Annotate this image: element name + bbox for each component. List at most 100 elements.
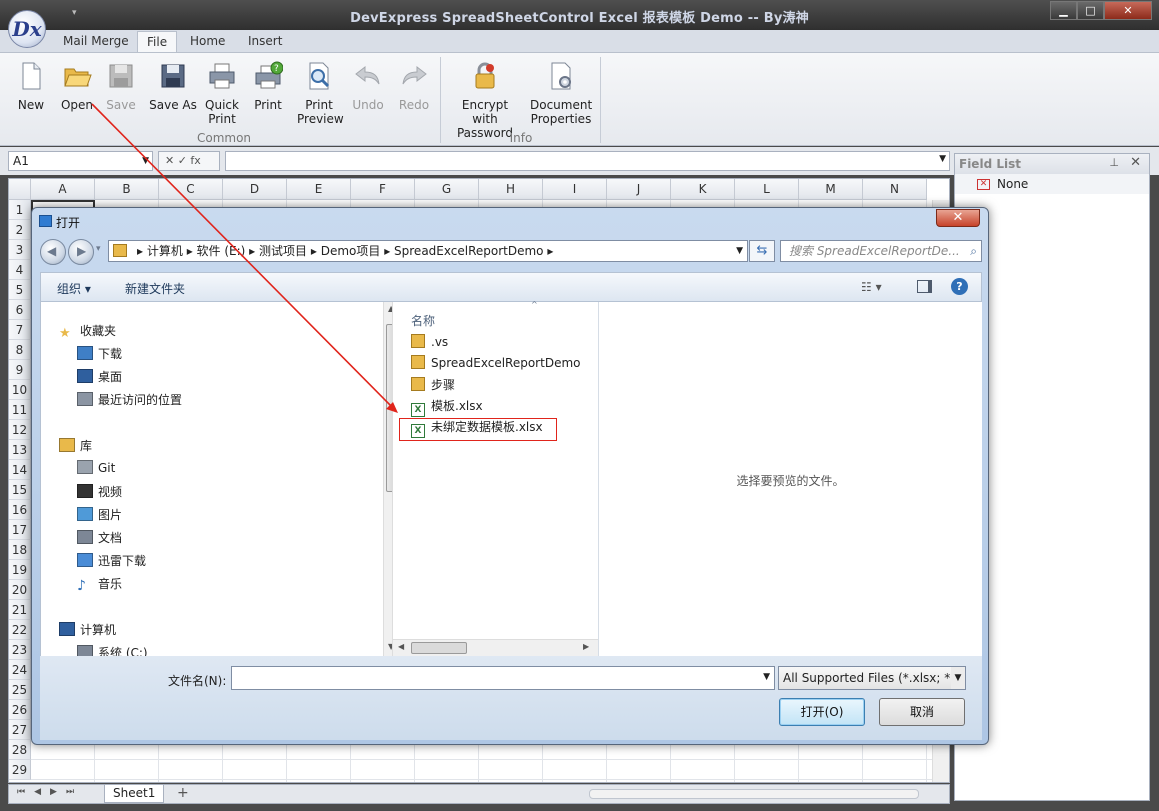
nav-item[interactable]: 桌面 bbox=[77, 368, 122, 385]
file-type-filter[interactable]: All Supported Files (*.xlsx; *.◦ ▼ bbox=[778, 666, 966, 690]
row-header[interactable]: 12 bbox=[9, 420, 31, 440]
sheet-tab[interactable]: Sheet1 bbox=[104, 785, 165, 803]
redo-button[interactable]: Redo bbox=[394, 61, 434, 112]
file-scroll-thumb[interactable] bbox=[411, 642, 467, 654]
quick-access-dropdown-icon[interactable]: ▾ bbox=[72, 8, 77, 18]
preview-pane-icon[interactable] bbox=[917, 280, 932, 293]
column-header[interactable]: M bbox=[799, 179, 863, 200]
row-header[interactable]: 25 bbox=[9, 680, 31, 700]
tab-home[interactable]: Home bbox=[190, 34, 225, 48]
row-header[interactable]: 10 bbox=[9, 380, 31, 400]
select-all-corner[interactable] bbox=[9, 179, 31, 200]
address-dropdown-icon[interactable]: ▼ bbox=[736, 241, 743, 261]
row-header[interactable]: 17 bbox=[9, 520, 31, 540]
row-header[interactable]: 19 bbox=[9, 560, 31, 580]
tab-file[interactable]: File bbox=[137, 31, 178, 53]
row-header[interactable]: 20 bbox=[9, 580, 31, 600]
document-properties-button[interactable]: Document Properties bbox=[528, 61, 594, 126]
row-header[interactable]: 1 bbox=[9, 200, 31, 220]
nav-item[interactable]: 下载 bbox=[77, 345, 122, 362]
row-header[interactable]: 14 bbox=[9, 460, 31, 480]
print-button[interactable]: ? Print bbox=[248, 61, 288, 112]
filename-input[interactable]: ▼ bbox=[231, 666, 775, 690]
new-button[interactable]: New bbox=[10, 61, 52, 112]
row-header[interactable]: 2 bbox=[9, 220, 31, 240]
row-header[interactable]: 27 bbox=[9, 720, 31, 740]
column-header[interactable]: K bbox=[671, 179, 735, 200]
recent-locations-icon[interactable]: ▾ bbox=[96, 244, 101, 254]
refresh-button[interactable]: ⇆ bbox=[749, 240, 775, 262]
new-folder-button[interactable]: 新建文件夹 bbox=[125, 280, 185, 297]
nav-item[interactable]: 迅雷下载 bbox=[77, 552, 146, 569]
help-icon[interactable]: ? bbox=[951, 278, 968, 295]
breadcrumb-drive[interactable]: 软件 (E:) bbox=[197, 244, 246, 258]
column-header-name[interactable]: 名称 bbox=[411, 312, 435, 329]
organize-menu[interactable]: 组织 ▾ bbox=[57, 280, 91, 297]
app-logo[interactable]: Dx bbox=[8, 10, 46, 48]
nav-item[interactable]: ♪ 音乐 bbox=[77, 575, 122, 594]
horizontal-scrollbar[interactable] bbox=[589, 789, 919, 799]
column-header[interactable]: E bbox=[287, 179, 351, 200]
sheet-navigation-arrows-icon[interactable]: ⏮◀▶⏭ bbox=[17, 787, 83, 797]
close-icon[interactable]: ✕ bbox=[1130, 155, 1141, 170]
row-header[interactable]: 9 bbox=[9, 360, 31, 380]
breadcrumb-computer[interactable]: 计算机 bbox=[147, 244, 183, 258]
file-horizontal-scrollbar[interactable]: ◀ ▶ bbox=[393, 639, 599, 656]
scroll-right-icon[interactable]: ▶ bbox=[583, 642, 589, 651]
scroll-left-icon[interactable]: ◀ bbox=[398, 642, 404, 651]
nav-item[interactable]: 图片 bbox=[77, 506, 122, 523]
breadcrumb-current-folder[interactable]: SpreadExcelReportDemo bbox=[394, 244, 543, 258]
search-input[interactable]: 搜索 SpreadExcelReportDe... ⌕ bbox=[780, 240, 982, 262]
cancel-button[interactable]: 取消 bbox=[879, 698, 965, 726]
minimize-button[interactable]: ▁ bbox=[1050, 1, 1077, 20]
undo-button[interactable]: Undo bbox=[348, 61, 388, 112]
add-sheet-button[interactable]: + bbox=[177, 785, 189, 801]
dialog-close-button[interactable]: ✕ bbox=[936, 209, 980, 227]
breadcrumb-test-projects[interactable]: 测试项目 bbox=[259, 244, 307, 258]
row-header[interactable]: 26 bbox=[9, 700, 31, 720]
nav-item[interactable]: ★ 收藏夹 bbox=[59, 322, 116, 341]
nav-item[interactable]: Git bbox=[77, 460, 115, 475]
save-as-button[interactable]: Save As bbox=[148, 61, 198, 112]
field-list-item[interactable]: ✕ None bbox=[955, 174, 1149, 194]
nav-item[interactable]: 计算机 bbox=[59, 621, 116, 638]
formula-buttons[interactable]: ✕ ✓ fx bbox=[158, 151, 220, 171]
save-button[interactable]: Save bbox=[100, 61, 142, 112]
quick-print-button[interactable]: Quick Print bbox=[200, 61, 244, 126]
file-item[interactable]: .vs bbox=[411, 334, 448, 349]
file-item[interactable]: SpreadExcelReportDemo bbox=[411, 355, 580, 370]
row-header[interactable]: 23 bbox=[9, 640, 31, 660]
row-header[interactable]: 5 bbox=[9, 280, 31, 300]
formula-input[interactable]: ▼ bbox=[225, 151, 950, 171]
column-header[interactable]: I bbox=[543, 179, 607, 200]
column-header[interactable]: N bbox=[863, 179, 927, 200]
name-box[interactable]: A1 ▼ bbox=[8, 151, 153, 171]
column-header[interactable]: L bbox=[735, 179, 799, 200]
column-header[interactable]: C bbox=[159, 179, 223, 200]
row-header[interactable]: 28 bbox=[9, 740, 31, 760]
row-header[interactable]: 16 bbox=[9, 500, 31, 520]
address-bar[interactable]: ▸ 计算机 ▸ 软件 (E:) ▸ 测试项目 ▸ Demo项目 ▸ Spread… bbox=[108, 240, 748, 262]
row-header[interactable]: 3 bbox=[9, 240, 31, 260]
column-header[interactable]: A bbox=[31, 179, 95, 200]
row-header[interactable]: 6 bbox=[9, 300, 31, 320]
close-window-button[interactable]: ✕ bbox=[1104, 1, 1152, 20]
view-options-icon[interactable]: ☷ ▾ bbox=[861, 280, 882, 294]
column-header[interactable]: D bbox=[223, 179, 287, 200]
nav-item[interactable]: 文档 bbox=[77, 529, 122, 546]
encrypt-with-password-button[interactable]: Encrypt with Password bbox=[446, 61, 524, 140]
nav-item[interactable]: 最近访问的位置 bbox=[77, 391, 182, 408]
file-item[interactable]: X 模板.xlsx bbox=[411, 397, 483, 417]
row-header[interactable]: 21 bbox=[9, 600, 31, 620]
pin-icon[interactable]: ⊥ bbox=[1109, 156, 1119, 169]
column-header[interactable]: H bbox=[479, 179, 543, 200]
back-button[interactable]: ◀ bbox=[40, 239, 66, 265]
tab-insert[interactable]: Insert bbox=[248, 34, 282, 48]
row-header[interactable]: 11 bbox=[9, 400, 31, 420]
column-header[interactable]: F bbox=[351, 179, 415, 200]
nav-item[interactable]: 库 bbox=[59, 437, 92, 454]
nav-item[interactable]: 视频 bbox=[77, 483, 122, 500]
column-header[interactable]: J bbox=[607, 179, 671, 200]
row-header[interactable]: 4 bbox=[9, 260, 31, 280]
file-item[interactable]: 步骤 bbox=[411, 376, 455, 393]
